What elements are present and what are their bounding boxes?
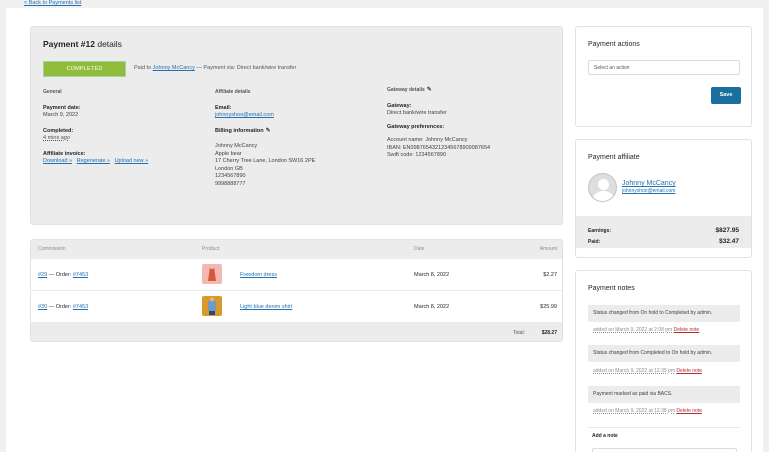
payment-actions-panel: Payment actions Select an action Save: [575, 26, 752, 127]
edit-gateway-icon[interactable]: ✎: [427, 87, 432, 93]
commission-amount: $2.27: [543, 272, 557, 278]
regenerate-invoice-link[interactable]: Regenerate »: [77, 158, 110, 164]
completed-value: 4 mins ago: [43, 135, 70, 141]
product-link[interactable]: Light blue denim shirt: [240, 304, 292, 310]
col-amount: Amount: [539, 246, 557, 252]
commissions-table: Commission Product Date Amount #29 — Ord…: [30, 239, 563, 342]
divider: [588, 427, 740, 428]
billing-line: London GB: [215, 165, 243, 172]
note-meta: added on March 9, 2022 at 12:38 pm Delet…: [593, 408, 702, 414]
table-header: Commission Product Date Amount: [31, 240, 562, 259]
affiliate-name-link[interactable]: Johnny McCancy: [153, 65, 195, 71]
invoice-label: Affiliate invoice:: [43, 150, 86, 157]
upload-invoice-link[interactable]: Upload new »: [115, 158, 149, 164]
table-row: #29 — Order: #7453 Freedom dress March 8…: [31, 259, 562, 291]
paid-to-line: Paid to Johnny McCancy — Payment via: Di…: [134, 65, 297, 71]
gateway-prefs-label: Gateway preferences:: [387, 123, 445, 130]
status-badge: COMPLETED: [43, 61, 126, 77]
product-link[interactable]: Freedom dress: [240, 272, 277, 278]
account-name: Account name: Johnny McCancy: [387, 137, 468, 143]
paid-value: $32.47: [719, 238, 739, 245]
edit-billing-icon[interactable]: ✎: [266, 128, 271, 134]
avatar: [588, 173, 617, 202]
billing-address: Johnny McCancy Apple bear 17 Cherry Tree…: [215, 143, 315, 188]
general-heading: General: [43, 89, 62, 95]
earnings-value: $827.95: [715, 227, 740, 234]
billing-line: 9998888777: [215, 180, 246, 187]
note-item: Status changed from On hold to Completed…: [588, 305, 740, 322]
order-link[interactable]: #7453: [73, 304, 88, 310]
table-row: #30 — Order: #7453 Light blue denim shir…: [31, 291, 562, 323]
delete-note-link[interactable]: Delete note: [674, 327, 700, 333]
note-item: Status changed from Completed to On hold…: [588, 345, 740, 362]
paid-label: Paid:: [588, 239, 601, 245]
gateway-details-heading: Gateway details ✎: [387, 87, 432, 93]
gateway-label: Gateway:: [387, 102, 412, 109]
payment-date-label: Payment date:: [43, 104, 81, 111]
download-invoice-link[interactable]: Download »: [43, 158, 72, 164]
affiliate-details-heading: Affiliate details: [215, 89, 251, 95]
gateway-column: Gateway details ✎ Gateway: Direct bank/wi…: [387, 87, 490, 160]
payment-affiliate-panel: Payment affiliate Johnny McCancy johnnys…: [575, 139, 752, 258]
general-column: General Payment date: March 9, 2022 Comp…: [43, 89, 148, 166]
billing-info-label: Billing information ✎: [215, 127, 271, 134]
order-link[interactable]: #7453: [73, 272, 88, 278]
table-footer: Total: $28.27: [31, 322, 562, 341]
payment-notes-panel: Payment notes Status changed from On hol…: [575, 270, 752, 452]
note-item: Payment marked as paid via BACS.: [588, 386, 740, 403]
product-thumbnail: [202, 264, 222, 284]
payment-affiliate-title: Payment affiliate: [588, 154, 640, 161]
commission-date: March 8, 2022: [414, 272, 450, 278]
affiliate-email-link[interactable]: johnnyshoo@email.com: [215, 112, 274, 118]
swift-code: Swift code: 1234567890: [387, 152, 447, 158]
gateway-value: Direct bank/wire transfer: [387, 110, 447, 116]
page-title: Payment #12 details: [43, 39, 122, 49]
email-label: Email:: [215, 104, 232, 111]
billing-line: 17 Cherry Tree Lane, London SW16 2PE: [215, 158, 316, 164]
note-textarea[interactable]: [592, 448, 737, 452]
action-select[interactable]: Select an action: [588, 60, 740, 75]
affiliate-column: Affiliate details Email: johnnyshoo@emai…: [215, 89, 315, 188]
affiliate-email-link[interactable]: johnnyshoo@email.com: [622, 188, 675, 194]
affiliate-name-link[interactable]: Johnny McCancy: [622, 180, 676, 187]
commission-amount: $25.99: [540, 304, 557, 310]
col-date: Date: [414, 246, 425, 252]
add-note-label: Add a note: [592, 433, 618, 439]
note-meta: added on March 9, 2022 at 2:08 pm Delete…: [593, 327, 700, 333]
delete-note-link[interactable]: Delete note: [676, 368, 702, 374]
payment-details-panel: Payment #12 details COMPLETED Paid to Jo…: [30, 26, 563, 225]
col-product: Product: [202, 246, 220, 252]
billing-line: Johnny McCancy: [215, 143, 258, 149]
total-label: Total:: [513, 330, 525, 336]
delete-note-link[interactable]: Delete note: [676, 408, 702, 414]
total-value: $28.27: [541, 330, 557, 336]
commission-link[interactable]: #29: [38, 272, 47, 278]
payment-date-value: March 9, 2022: [43, 112, 79, 118]
commission-link[interactable]: #30: [38, 304, 47, 310]
completed-label: Completed:: [43, 127, 74, 134]
billing-line: Apple bear: [215, 150, 242, 157]
product-thumbnail: [202, 296, 222, 316]
payment-notes-title: Payment notes: [588, 285, 635, 292]
earnings-label: Earnings:: [588, 228, 612, 234]
billing-line: 1234567890: [215, 173, 246, 179]
page-container: Payment #12 details COMPLETED Paid to Jo…: [6, 8, 763, 452]
payment-actions-title: Payment actions: [588, 41, 640, 48]
iban: IBAN: EN09876543212345678909987654: [387, 144, 491, 151]
back-to-payments-link[interactable]: < Back to Payments list: [24, 0, 81, 6]
save-button[interactable]: Save: [711, 87, 741, 104]
commission-date: March 8, 2022: [414, 304, 450, 310]
note-meta: added on March 9, 2022 at 12:39 pm Delet…: [593, 368, 702, 374]
earnings-summary: Earnings: $827.95 Paid: $32.47: [576, 216, 751, 248]
col-commission: Commission: [38, 246, 66, 252]
